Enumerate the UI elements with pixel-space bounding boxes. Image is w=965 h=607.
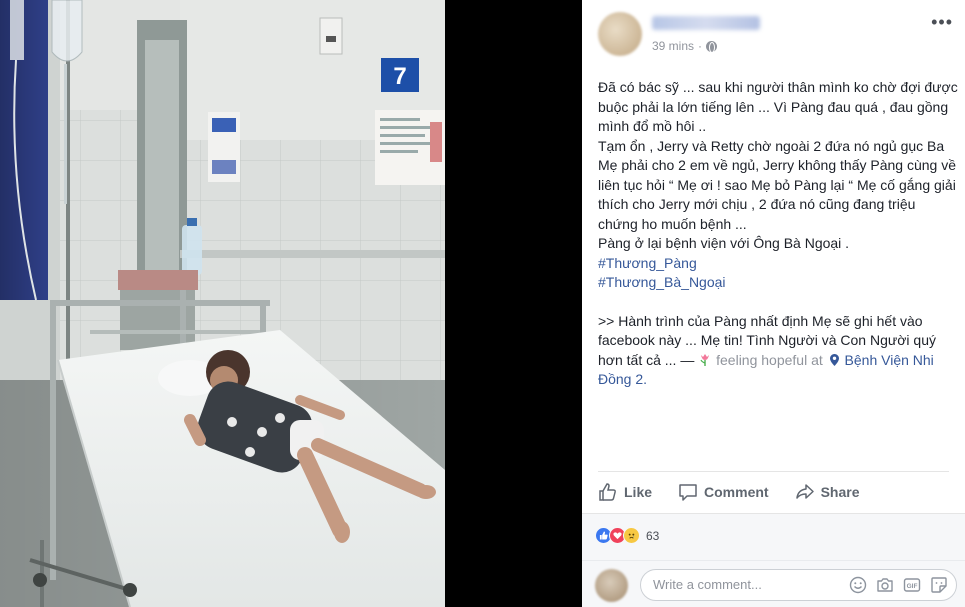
tulip-icon <box>700 353 710 366</box>
post-text: Đã có bác sỹ ... sau khi người thân mình… <box>598 78 958 390</box>
sad-reaction-icon <box>623 527 640 544</box>
share-arrow-icon <box>795 484 814 499</box>
post-photo[interactable]: 7 <box>0 0 445 607</box>
feeling-text: feeling hopeful at <box>716 351 823 368</box>
hashtag-link-1[interactable]: #Thương_Pàng <box>598 255 697 271</box>
actions-divider <box>598 471 949 472</box>
comment-input[interactable] <box>653 577 833 592</box>
post-paragraph-1: Đã có bác sỹ ... sau khi người thân mình… <box>598 79 958 134</box>
room-number: 7 <box>393 63 406 90</box>
post-actions: Like Comment Share <box>598 478 949 506</box>
hashtag-link-2[interactable]: #Thương_Bà_Ngoại <box>598 274 726 290</box>
reaction-count[interactable]: 63 <box>646 529 659 543</box>
share-label: Share <box>820 484 860 500</box>
hospital-photo: 7 <box>0 0 445 607</box>
sticker-icon[interactable] <box>930 576 948 594</box>
like-button[interactable]: Like <box>598 478 652 506</box>
post-panel: 39 mins · ••• Đã có bác sỹ ... sau khi n… <box>582 0 965 607</box>
camera-icon[interactable] <box>876 576 894 594</box>
globe-icon[interactable] <box>706 40 718 53</box>
comment-tools: GIF <box>849 576 948 594</box>
author-avatar[interactable] <box>598 12 642 56</box>
svg-text:GIF: GIF <box>907 583 918 590</box>
post-paragraph-2: Tạm ổn , Jerry và Retty chờ ngoài 2 đứa … <box>598 137 956 232</box>
reactions-bar: 63 <box>582 514 965 560</box>
author-name-blurred[interactable] <box>652 16 760 30</box>
viewer-avatar[interactable] <box>595 569 628 602</box>
comment-box[interactable]: GIF <box>640 569 957 601</box>
post-paragraph-4: >> Hành trình của Pàng nhất định Mẹ sẽ g… <box>598 312 958 390</box>
comment-composer: GIF <box>582 560 965 607</box>
location-pin-icon <box>829 353 839 366</box>
thumbs-up-icon <box>599 483 616 501</box>
like-label: Like <box>624 484 653 500</box>
gif-icon[interactable]: GIF <box>903 576 921 594</box>
reactions-summary[interactable]: 63 <box>595 527 659 544</box>
post-header: 39 mins · ••• <box>598 12 953 60</box>
comment-bubble-icon <box>679 484 697 501</box>
emoji-icon[interactable] <box>849 576 867 594</box>
post-meta: 39 mins · <box>652 39 718 53</box>
post-paragraph-3: Pàng ở lại bệnh viện với Ông Bà Ngoại . <box>598 235 850 251</box>
meta-separator: · <box>698 39 703 53</box>
photo-backdrop <box>445 0 582 607</box>
share-button[interactable]: Share <box>795 478 860 506</box>
comment-label: Comment <box>704 484 769 500</box>
comment-button[interactable]: Comment <box>678 478 769 506</box>
more-options-icon[interactable]: ••• <box>931 13 953 31</box>
post-time[interactable]: 39 mins <box>652 39 694 53</box>
